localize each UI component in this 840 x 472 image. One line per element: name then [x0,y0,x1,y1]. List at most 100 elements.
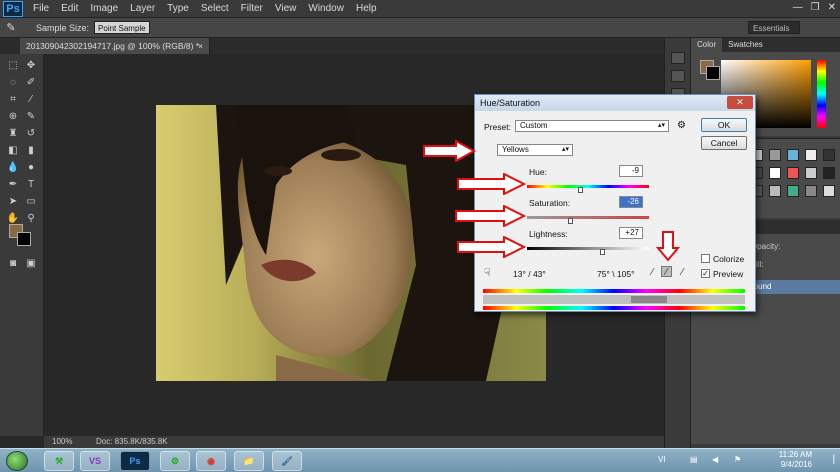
workspace-select[interactable]: Essentials [748,21,800,34]
preset-options-icon[interactable]: ⚙ [677,120,686,131]
dialog-close-button[interactable]: ✕ [727,96,753,109]
marquee-tool-icon[interactable]: ⬚ [5,58,21,73]
color-range-bar[interactable] [483,295,745,304]
style-swatch[interactable] [769,185,781,197]
tab-color[interactable]: Color [691,38,723,52]
menu-edit[interactable]: Edit [55,3,84,14]
style-swatch[interactable] [823,167,835,179]
lightness-slider[interactable] [527,247,649,250]
shape-tool-icon[interactable]: ▭ [23,194,39,209]
on-image-adjust-icon[interactable]: ☟ [484,266,491,279]
annotation-arrow-right [457,236,526,258]
eyedropper-icon[interactable]: ⁄ [647,267,658,278]
document-tab[interactable]: 20130904230219471​7.jpg @ 100% (RGB/8) *… [20,38,210,54]
taskbar-app-utility[interactable]: ⚙ [160,451,190,471]
lasso-tool-icon[interactable]: ◌ [5,75,21,90]
taskbar-app-tools[interactable]: ⚒ [44,451,74,471]
preset-select[interactable]: Custom ▴▾ [515,120,669,132]
preset-value: Custom [520,121,548,130]
colorize-checkbox[interactable] [701,254,710,263]
properties-panel-icon[interactable] [671,70,685,82]
move-tool-icon[interactable]: ✥ [23,58,39,73]
cancel-button[interactable]: Cancel [701,136,747,150]
panel-background-swatch[interactable] [706,66,720,80]
healing-brush-icon[interactable]: ⊕ [5,109,21,124]
style-swatch[interactable] [805,185,817,197]
eyedropper-icon[interactable]: ⁄ [23,92,39,107]
tab-swatches[interactable]: Swatches [722,38,769,52]
type-tool-icon[interactable]: T [23,177,39,192]
minimize-button[interactable]: — [793,2,803,13]
quick-mask-icon[interactable]: ◙ [5,256,21,271]
hue-slider-strip[interactable] [817,60,826,128]
show-desktop-icon[interactable]: ▕ [828,455,834,464]
start-button-icon[interactable] [6,451,28,471]
crop-tool-icon[interactable]: ⌗ [5,92,21,107]
close-window-button[interactable]: ✕ [828,2,836,13]
tray-volume-icon[interactable]: ◀ [712,455,718,464]
taskbar-app-paint[interactable]: 🖌 [272,451,302,471]
clone-stamp-icon[interactable]: ♜ [5,126,21,141]
lightness-slider-thumb[interactable] [600,249,605,255]
style-swatch[interactable] [787,185,799,197]
lightness-input[interactable]: +27 [619,227,643,239]
subtract-from-sample-eyedropper-icon[interactable]: ⁄ [677,267,688,278]
pen-tool-icon[interactable]: ✒ [5,177,21,192]
taskbar-app-chrome[interactable]: ◉ [196,451,226,471]
eraser-tool-icon[interactable]: ◧ [5,143,21,158]
style-swatch[interactable] [805,167,817,179]
sample-size-select[interactable]: Point Sample [94,21,151,34]
saturation-slider[interactable] [527,216,649,219]
tab-close-icon[interactable]: × [198,38,203,54]
menu-image[interactable]: Image [84,3,124,14]
clock[interactable]: 11:26 AM 9/4/2016 [779,450,812,470]
tray-flag-icon[interactable]: ⚑ [734,455,741,464]
zoom-tool-icon[interactable]: ⚲ [23,211,39,226]
brush-tool-icon[interactable]: ✎ [23,109,39,124]
history-panel-icon[interactable] [671,52,685,64]
menu-select[interactable]: Select [195,3,235,14]
restore-button[interactable]: ❐ [811,2,820,13]
style-swatch[interactable] [805,149,817,161]
style-swatch[interactable] [823,149,835,161]
style-swatch[interactable] [787,149,799,161]
annotation-arrow-down [656,231,680,262]
channel-select[interactable]: Yellows ▴▾ [497,144,573,156]
menu-file[interactable]: File [27,3,55,14]
saturation-input[interactable]: -26 [619,196,643,208]
language-indicator[interactable]: VI [658,455,666,464]
hue-input[interactable]: -9 [619,165,643,177]
taskbar-app-photoshop[interactable]: Ps [120,451,150,471]
style-swatch[interactable] [769,167,781,179]
menu-filter[interactable]: Filter [235,3,269,14]
blur-tool-icon[interactable]: 💧 [5,160,21,175]
preview-label: Preview [713,269,744,279]
preview-checkbox[interactable]: ✓ [701,269,710,278]
ok-button[interactable]: OK [701,118,747,132]
gradient-tool-icon[interactable]: ▮ [23,143,39,158]
menu-layer[interactable]: Layer [124,3,161,14]
zoom-level[interactable]: 100% [44,436,84,448]
style-swatch[interactable] [769,149,781,161]
history-brush-icon[interactable]: ↺ [23,126,39,141]
style-swatch[interactable] [787,167,799,179]
taskbar-app-visual-studio[interactable]: VS [80,451,110,471]
menu-help[interactable]: Help [350,3,383,14]
taskbar-app-explorer[interactable]: 📁 [234,451,264,471]
screen-mode-icon[interactable]: ▣ [23,256,39,271]
add-to-sample-eyedropper-icon[interactable]: ⁄ [661,266,672,278]
dodge-tool-icon[interactable]: ● [23,160,39,175]
background-color-swatch[interactable] [17,232,31,246]
hue-slider-thumb[interactable] [578,187,583,193]
hue-slider[interactable] [527,185,649,188]
eyedropper-tool-icon[interactable]: ✎ [0,21,22,34]
style-swatch[interactable] [823,185,835,197]
quick-select-tool-icon[interactable]: ✐ [23,75,39,90]
menu-window[interactable]: Window [302,3,350,14]
menu-type[interactable]: Type [161,3,195,14]
annotation-arrow-right [423,140,476,162]
path-select-icon[interactable]: ➤ [5,194,21,209]
saturation-slider-thumb[interactable] [568,218,573,224]
menu-view[interactable]: View [269,3,303,14]
tray-network-icon[interactable]: ▤ [690,455,698,464]
